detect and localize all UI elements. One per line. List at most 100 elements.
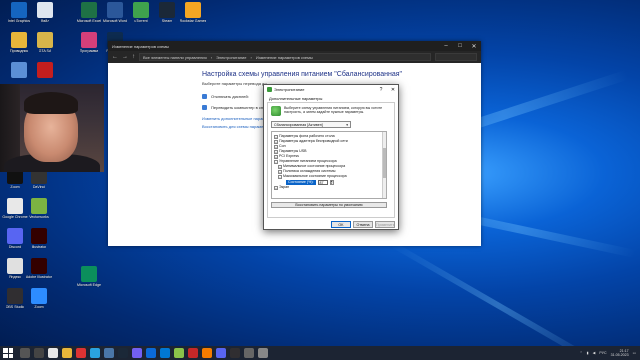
telegram-icon[interactable] [90,348,100,358]
desktop-icon[interactable]: Illustrator [24,228,54,249]
start-button[interactable] [3,348,13,358]
desktop-icon-label: Программа [79,49,99,53]
utorrent-icon [133,2,149,18]
desktop-icon-label: OBS Studio [5,305,25,309]
settings-tree[interactable]: + Параметры фона рабочего стола + Параметры… [271,131,387,199]
back-arrow-icon[interactable]: ← [112,54,118,60]
settings-icon[interactable] [244,348,254,358]
maximize-icon[interactable]: □ [453,41,467,51]
ok-button[interactable]: OK [331,221,351,228]
media-icon[interactable] [202,348,212,358]
desktop-icon[interactable]: Vectorworks [24,198,54,219]
tree-item[interactable]: + Экран [274,185,386,190]
close-icon[interactable]: ✕ [388,87,398,93]
display-off-label: Отключать дисплей: [211,94,249,99]
file-icon [37,2,53,18]
collapse-icon[interactable]: − [274,159,278,164]
up-arrow-icon[interactable]: ↑ [132,54,135,60]
illustrator-icon [31,228,47,244]
cancel-button[interactable]: Отмена [353,221,373,228]
zoom-icon [31,288,47,304]
excel-icon [81,2,97,18]
explorer-icon [11,32,27,48]
search-icon[interactable] [20,348,30,358]
desktop-icon[interactable]: GTA SA [30,32,60,53]
explorer-icon[interactable] [62,348,72,358]
viber-icon[interactable] [132,348,142,358]
language-indicator[interactable]: РУС [599,351,606,355]
notifications-icon[interactable]: ▭ [633,351,636,355]
collapse-icon[interactable]: − [278,174,282,179]
store-icon[interactable] [146,348,156,358]
scheme-select-value: Сбалансированная [Активен] [274,122,323,127]
control-panel-titlebar[interactable]: Изменение параметров схемы – □ ✕ [108,41,481,51]
desktop-icon-label: Microsoft Excel [76,19,102,23]
desktop-icon-label: Vectorworks [29,215,49,219]
expand-icon[interactable]: + [274,185,278,190]
minimize-icon[interactable]: – [439,41,453,51]
breadcrumb-item[interactable]: Все элементы панели управления [143,55,207,60]
breadcrumb[interactable]: Все элементы панели управления › Электро… [139,53,431,61]
spinner-arrows-icon[interactable]: ▲ ▼ [329,179,334,185]
vk-icon[interactable] [104,348,114,358]
restore-defaults-button[interactable]: Восстановить параметры по умолчанию [271,202,387,208]
close-icon[interactable]: ✕ [467,41,481,51]
expand-icon[interactable]: + [274,144,278,149]
desktop-icon-label: Проводник [9,49,29,53]
address-bar: ← → ↑ Все элементы панели управления › Э… [108,51,481,63]
tray-chevron-icon[interactable]: ⌃ [580,351,583,355]
dialog-titlebar[interactable]: Электропитание ? ✕ [264,85,398,94]
expand-icon[interactable]: + [274,134,278,139]
sleep-label: Переводить компьютер в спя [211,105,266,110]
desktop-icon[interactable]: Microsoft Edge [74,266,104,287]
expand-icon[interactable]: + [274,149,278,154]
desktop-icon-label: Zoom [34,305,44,309]
taskview-icon[interactable] [34,348,44,358]
apply-button[interactable]: Применить [375,221,395,228]
dialog-panel: Выберите схему управления питанием, кото… [267,103,395,218]
tree-scrollbar[interactable] [382,132,386,198]
moon-icon [202,105,207,110]
yandex-icon[interactable] [76,348,86,358]
expand-icon[interactable]: + [278,169,282,174]
obs-icon[interactable] [230,348,240,358]
chrome-icon [7,198,23,214]
game-icon[interactable] [174,348,184,358]
chrome-icon[interactable] [48,348,58,358]
chevron-right-icon: › [250,54,252,60]
breadcrumb-item[interactable]: Электропитание [216,55,246,60]
desktop-icon[interactable]: Rockstar Games [178,2,208,23]
volume-icon[interactable]: ◀ [593,351,596,355]
desktop-icon[interactable] [30,62,60,79]
expand-icon[interactable]: + [274,139,278,144]
expand-icon[interactable]: + [278,164,282,169]
photo-icon[interactable] [188,348,198,358]
desktop-icon[interactable]: Файл [30,2,60,23]
desktop-icon-label: Rockstar Games [179,19,207,23]
desktop-icon-label: Intel Graphics [7,19,31,23]
power-plan-icon [271,106,281,116]
desktop-icon[interactable]: Zoom [24,288,54,309]
taskbar-apps [20,348,268,358]
dialog-footer: OK Отмена Применить [264,218,398,228]
tree-item-label: Максимальное состояние процессора [283,174,347,178]
mail-icon[interactable] [160,348,170,358]
scheme-select[interactable]: Сбалансированная [Активен] ▾ [271,121,351,128]
clock[interactable]: 21:17 31.05.2023 [611,349,629,357]
scrollbar-thumb[interactable] [383,148,386,178]
discord-icon[interactable] [216,348,226,358]
state-value-input[interactable]: 87 [317,179,328,185]
breadcrumb-item[interactable]: Изменение параметров схемы [256,55,313,60]
steam-icon[interactable] [118,348,128,358]
help-button[interactable]: ? [376,87,386,93]
desktop-icon[interactable]: Adobe Illustrator [24,258,54,279]
tab-advanced-settings[interactable]: Дополнительные параметры [267,95,395,103]
network-icon[interactable]: ▮ [587,351,589,355]
expand-icon[interactable]: + [274,154,278,159]
dialog-title: Электропитание [274,87,305,92]
desktop-icon-label: Яндекс [8,275,22,279]
forward-arrow-icon[interactable]: → [122,54,128,60]
search-input[interactable] [435,53,477,61]
power-icon[interactable] [258,348,268,358]
game-icon [37,32,53,48]
